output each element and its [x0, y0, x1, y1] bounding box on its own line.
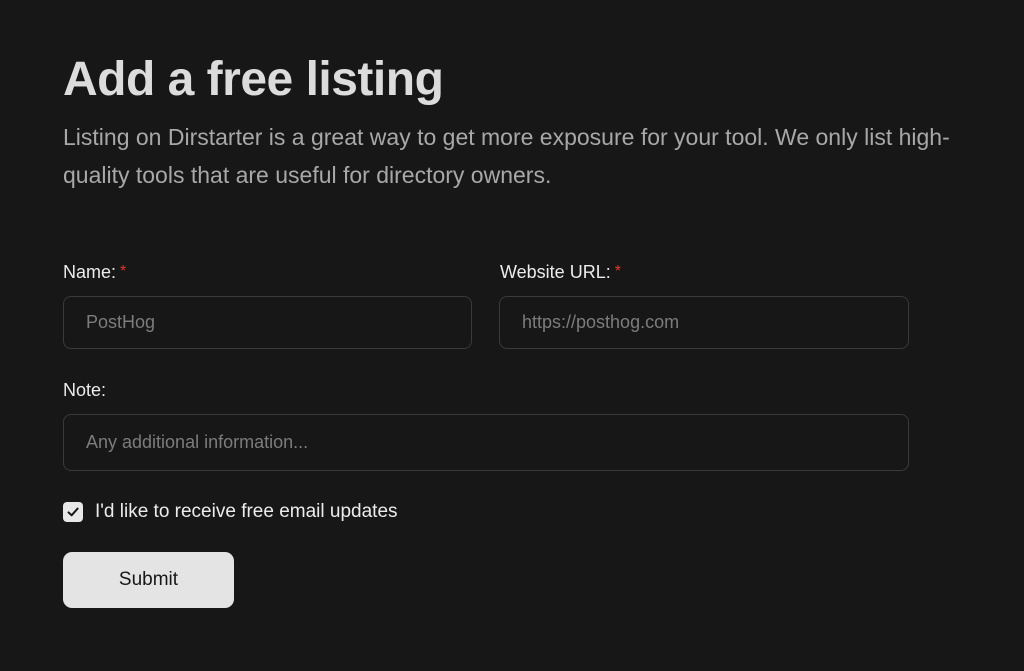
page-description: Listing on Dirstarter is a great way to …	[63, 124, 950, 188]
newsletter-label: I'd like to receive free email updates	[95, 501, 398, 522]
name-required-mark: *	[120, 263, 127, 280]
website-label-text: Website URL:	[500, 262, 611, 282]
page-title: Add a free listing	[63, 53, 444, 106]
website-url-input[interactable]	[499, 296, 909, 349]
newsletter-checkbox[interactable]	[63, 502, 83, 522]
name-label-text: Name:	[63, 262, 117, 282]
note-label-text: Note:	[63, 380, 107, 400]
listing-page: Add a free listing Listing on Dirstarter…	[0, 0, 1024, 671]
note-input[interactable]	[63, 414, 909, 471]
name-input[interactable]	[63, 296, 472, 349]
submit-button[interactable]: Submit	[63, 552, 234, 608]
newsletter-option[interactable]: I'd like to receive free email updates	[63, 501, 398, 523]
checkmark-icon	[67, 507, 79, 517]
note-label: Note:	[63, 379, 106, 401]
website-label: Website URL: *	[500, 261, 621, 283]
name-label: Name: *	[63, 261, 126, 283]
website-required-mark: *	[614, 263, 621, 280]
